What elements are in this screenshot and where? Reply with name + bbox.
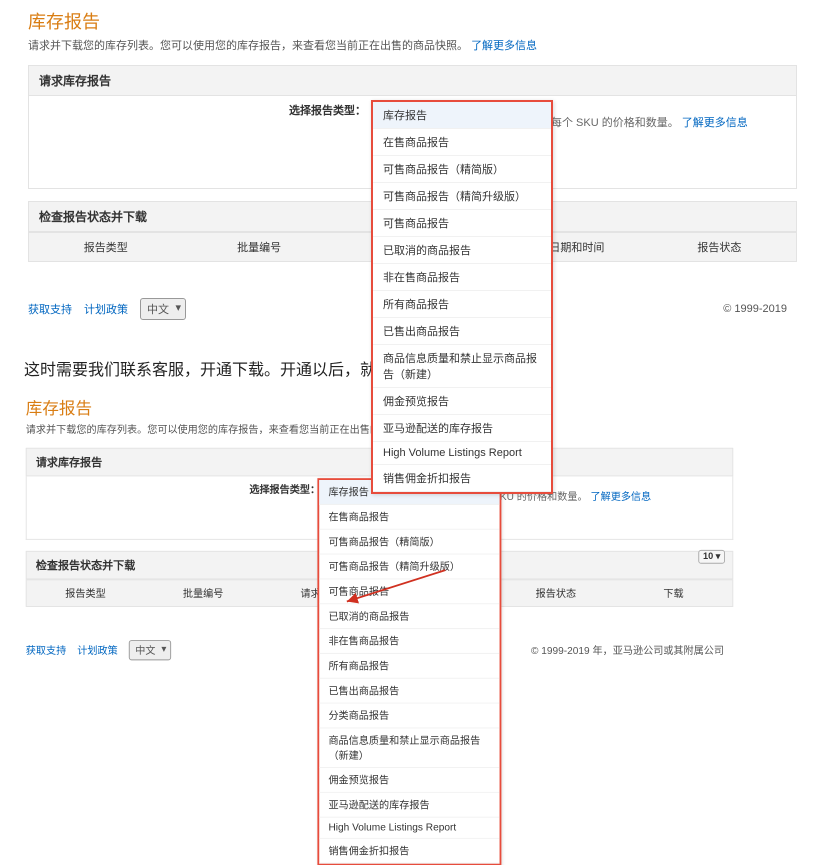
dropdown-option[interactable]: 非在售商品报告 — [319, 629, 499, 654]
dropdown-option[interactable]: 所有商品报告 — [319, 654, 499, 679]
plan-policy-link[interactable]: 计划政策 — [84, 301, 128, 317]
footer-left: 获取支持 计划政策 中文 — [28, 298, 186, 320]
col-report-status: 报告状态 — [497, 586, 615, 601]
select-report-type-label: 选择报告类型： — [289, 102, 366, 118]
status-section-title: 检查报告状态并下载 — [36, 559, 135, 572]
dropdown-option[interactable]: 可售商品报告（精简版） — [373, 156, 551, 183]
col-batch-id: 批量编号 — [182, 239, 335, 255]
dropdown-option[interactable]: 商品信息质量和禁止显示商品报告（新建） — [373, 345, 551, 388]
dropdown-option[interactable]: High Volume Listings Report — [319, 818, 499, 839]
report-type-dropdown[interactable]: 库存报告 在售商品报告 可售商品报告（精简版） 可售商品报告（精简升级版） 可售… — [317, 478, 501, 865]
col-report-type: 报告类型 — [27, 586, 145, 601]
dropdown-option[interactable]: High Volume Listings Report — [373, 442, 551, 465]
col-report-status: 报告状态 — [643, 239, 796, 255]
dropdown-option[interactable]: 商品信息质量和禁止显示商品报告（新建） — [319, 728, 499, 768]
col-download: 下载 — [615, 586, 733, 601]
dropdown-option[interactable]: 库存报告 — [373, 102, 551, 129]
select-report-type-label: 选择报告类型： — [249, 482, 320, 497]
page-size-select[interactable]: 10 ▾ — [698, 550, 725, 564]
sku-learn-more-link[interactable]: 了解更多信息 — [590, 492, 651, 503]
dropdown-option[interactable]: 佣金预览报告 — [319, 768, 499, 793]
dropdown-option[interactable]: 可售商品报告 — [319, 579, 499, 604]
dropdown-option[interactable]: 非在售商品报告 — [373, 264, 551, 291]
plan-policy-link[interactable]: 计划政策 — [77, 643, 117, 658]
screenshot-1: 库存报告 请求并下载您的库存列表。您可以使用您的库存报告，来查看您当前正在出售的… — [0, 0, 825, 334]
col-batch-id: 批量编号 — [144, 586, 262, 601]
request-report-header: 请求库存报告 — [28, 65, 797, 96]
dropdown-option[interactable]: 在售商品报告 — [319, 505, 499, 530]
sku-learn-more-link[interactable]: 了解更多信息 — [682, 117, 748, 129]
dropdown-option[interactable]: 已取消的商品报告 — [319, 604, 499, 629]
language-select[interactable]: 中文 — [140, 298, 186, 320]
col-report-type: 报告类型 — [29, 239, 182, 255]
dropdown-option[interactable]: 亚马逊配送的库存报告 — [373, 415, 551, 442]
dropdown-option[interactable]: 已取消的商品报告 — [373, 237, 551, 264]
dropdown-option[interactable]: 在售商品报告 — [373, 129, 551, 156]
dropdown-option[interactable]: 已售出商品报告 — [373, 318, 551, 345]
dropdown-option[interactable]: 佣金预览报告 — [373, 388, 551, 415]
dropdown-option[interactable]: 销售佣金折扣报告 — [373, 465, 551, 492]
description-text: 请求并下载您的库存列表。您可以使用您的库存报告，来查看您当前正在出售的商品快照。 — [26, 425, 431, 436]
dropdown-option[interactable]: 可售商品报告 — [373, 210, 551, 237]
dropdown-option[interactable]: 亚马逊配送的库存报告 — [319, 793, 499, 818]
report-type-dropdown[interactable]: 库存报告 在售商品报告 可售商品报告（精简版） 可售商品报告（精简升级版） 可售… — [371, 100, 553, 494]
dropdown-option[interactable]: 可售商品报告（精简版） — [319, 530, 499, 555]
get-support-link[interactable]: 获取支持 — [26, 643, 66, 658]
footer-left: 获取支持 计划政策 中文 — [26, 640, 171, 660]
page-title: 库存报告 — [28, 8, 797, 34]
copyright-text: © 1999-2019 年，亚马逊公司或其附属公司 — [531, 643, 724, 658]
copyright-text: © 1999-2019 — [723, 303, 787, 315]
get-support-link[interactable]: 获取支持 — [28, 301, 72, 317]
dropdown-option[interactable]: 可售商品报告（精简升级版） — [373, 183, 551, 210]
dropdown-option[interactable]: 可售商品报告（精简升级版） — [319, 555, 499, 580]
dropdown-option[interactable]: 销售佣金折扣报告 — [319, 839, 499, 864]
page-description: 请求并下载您的库存列表。您可以使用您的库存报告，来查看您当前正在出售的商品快照。… — [28, 37, 797, 53]
dropdown-option[interactable]: 所有商品报告 — [373, 291, 551, 318]
description-text: 请求并下载您的库存列表。您可以使用您的库存报告，来查看您当前正在出售的商品快照。 — [28, 40, 468, 52]
dropdown-option-highlight[interactable]: 分类商品报告 — [319, 704, 499, 729]
language-select[interactable]: 中文 — [129, 640, 171, 660]
sku-note: 包括每个 SKU 的价格和数量。 了解更多信息 — [529, 114, 748, 130]
learn-more-link[interactable]: 了解更多信息 — [471, 40, 537, 52]
request-report-area: 选择报告类型： 包括每个 SKU 的价格和数量。 了解更多信息 库存报告 在售商… — [28, 96, 797, 189]
dropdown-option[interactable]: 已售出商品报告 — [319, 679, 499, 704]
